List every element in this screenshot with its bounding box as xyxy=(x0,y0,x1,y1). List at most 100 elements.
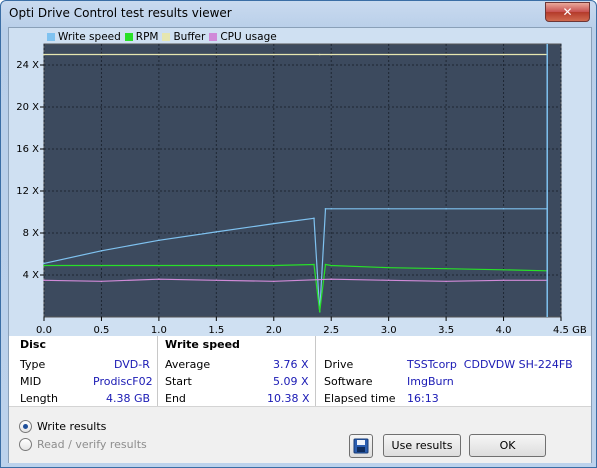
disc-mid-value: ProdiscF02 xyxy=(93,375,153,388)
speed-average-label: Average xyxy=(165,358,211,371)
y-tick-label: 8 X xyxy=(23,228,40,239)
software-label: Software xyxy=(324,375,373,388)
elapsed-time-value: 16:13 xyxy=(407,392,439,405)
data-point xyxy=(313,217,315,220)
speed-average-value: 3.76 X xyxy=(273,358,309,371)
disc-length-label: Length xyxy=(20,392,58,405)
speed-end-value: 10.38 X xyxy=(267,392,310,405)
x-tick-label: 3.0 xyxy=(381,325,397,336)
save-button[interactable] xyxy=(349,434,373,458)
data-point xyxy=(158,278,160,280)
data-point xyxy=(158,264,160,267)
x-tick-label: 0.0 xyxy=(36,325,52,336)
y-tick-label: 16 X xyxy=(16,144,39,155)
app-window: Opti Drive Control test results viewer ✕… xyxy=(0,0,597,468)
data-point xyxy=(215,231,218,233)
y-tick-label: 20 X xyxy=(16,102,39,113)
data-point xyxy=(272,280,275,283)
data-point xyxy=(445,53,447,56)
speed-section-title: Write speed xyxy=(165,338,240,351)
data-point xyxy=(502,53,505,56)
floppy-disk-icon xyxy=(353,438,369,454)
x-tick-label: 3.5 xyxy=(438,325,454,336)
data-point xyxy=(272,222,275,225)
data-point xyxy=(272,53,275,56)
data-point xyxy=(43,279,45,282)
software-value: ImgBurn xyxy=(407,375,454,388)
data-point xyxy=(43,264,45,267)
data-point xyxy=(215,53,218,56)
results-info-panel: Disc Type DVD-R MID ProdiscF02 Length 4.… xyxy=(9,336,591,406)
data-point xyxy=(100,264,103,267)
data-point xyxy=(324,208,327,210)
x-tick-label: 4.0 xyxy=(496,325,512,336)
elapsed-time-label: Elapsed time xyxy=(324,392,396,405)
data-point xyxy=(502,208,505,210)
x-tick-label: 2.0 xyxy=(266,325,282,336)
write-results-label: Write results xyxy=(37,420,107,433)
y-tick-label: 24 X xyxy=(16,60,39,71)
write-results-radio[interactable]: Write results xyxy=(19,420,106,433)
data-point xyxy=(313,263,315,266)
disc-type-value: DVD-R xyxy=(114,358,150,371)
drive-label: Drive xyxy=(324,358,354,371)
divider xyxy=(157,336,158,406)
drive-value: TSSTcorp CDDVDW SH-224FB xyxy=(407,358,573,371)
data-point xyxy=(215,264,218,267)
data-point xyxy=(100,53,103,56)
chart-panel: Write speed RPM Buffer CPU usage 0.0 0.5 1… xyxy=(9,28,591,336)
use-results-button[interactable]: Use results xyxy=(383,434,461,457)
ok-button[interactable]: OK xyxy=(469,434,546,457)
data-point xyxy=(318,310,321,313)
data-point xyxy=(330,264,333,267)
data-point xyxy=(43,262,45,265)
data-point xyxy=(387,208,390,210)
data-point xyxy=(445,280,447,283)
bottom-bar: Write results Read / verify results Use … xyxy=(9,406,591,463)
data-point xyxy=(502,279,505,282)
divider xyxy=(315,336,316,406)
data-point xyxy=(387,53,390,56)
data-point xyxy=(502,268,505,271)
x-tick-label: 2.5 xyxy=(323,325,339,336)
y-tick-label: 12 X xyxy=(16,186,39,197)
data-point xyxy=(100,250,103,252)
data-point xyxy=(100,280,103,283)
plot-area xyxy=(43,43,562,318)
speed-end-label: End xyxy=(165,392,186,405)
data-point xyxy=(43,53,45,56)
read-verify-results-radio[interactable]: Read / verify results xyxy=(19,438,147,451)
radio-unselected-icon xyxy=(19,438,32,451)
x-tick-label: 4.5 GB xyxy=(553,325,587,336)
disc-type-label: Type xyxy=(20,358,46,371)
data-point xyxy=(272,264,275,267)
x-tick-label: 1.0 xyxy=(151,325,167,336)
speed-start-value: 5.09 X xyxy=(273,375,309,388)
disc-length-value: 4.38 GB xyxy=(106,392,151,405)
data-point xyxy=(330,208,333,210)
write-speed-chart: 0.0 0.5 1.0 1.5 2.0 2.5 3.0 3.5 4.0 4.5 GB 4 X 8 X 1… xyxy=(16,43,587,336)
data-point xyxy=(387,279,390,282)
data-point xyxy=(445,267,447,270)
x-tick-label: 0.5 xyxy=(93,325,109,336)
data-point xyxy=(215,279,218,282)
data-point xyxy=(318,53,321,56)
speed-start-label: Start xyxy=(165,375,192,388)
radio-selected-icon xyxy=(19,420,32,433)
y-tick-label: 4 X xyxy=(23,270,40,281)
disc-mid-label: MID xyxy=(20,375,42,388)
read-verify-results-label: Read / verify results xyxy=(37,438,147,451)
data-point xyxy=(445,208,447,210)
data-point xyxy=(330,53,333,56)
data-point xyxy=(330,278,333,280)
title-bar: Opti Drive Control test results viewer ✕ xyxy=(1,1,596,27)
data-point xyxy=(158,53,160,56)
data-point xyxy=(324,263,327,266)
data-point xyxy=(158,239,160,242)
close-button[interactable]: ✕ xyxy=(545,2,590,22)
data-point xyxy=(387,266,390,269)
client-area: Write speed RPM Buffer CPU usage 0.0 0.5 1… xyxy=(8,27,592,463)
disc-section-title: Disc xyxy=(20,338,46,351)
window-title: Opti Drive Control test results viewer xyxy=(9,6,232,20)
x-tick-label: 1.5 xyxy=(208,325,224,336)
